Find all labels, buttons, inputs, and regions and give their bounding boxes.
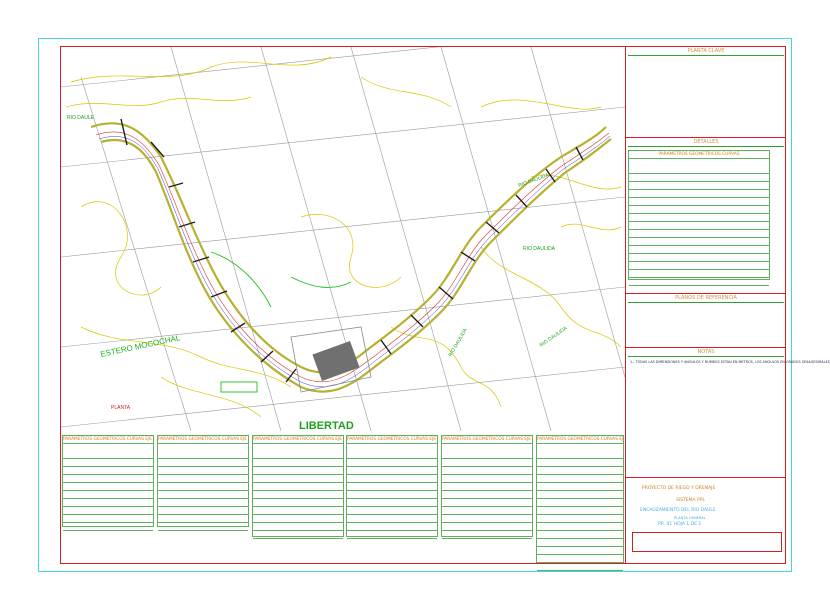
reference-plans-section: PLANOS DE REFERENCIA: [626, 293, 786, 347]
system-title: SISTEMA PPL: [676, 498, 705, 503]
side-panel: PLANTA CLAVE DETALLES PARAMETROS GEOMETR…: [625, 47, 830, 563]
details-section: DETALLES PARAMETROS GEOMETRICOS CURVAS: [626, 137, 786, 293]
notes-title: NOTAS: [628, 348, 784, 357]
sub-title: PLANTA GENERAL: [674, 516, 706, 520]
curves-table-4-title: PARAMETROS GEOMETRICOS CURVAS EJE 4: [347, 437, 437, 444]
town-block: [290, 326, 372, 393]
details-title: DETALLES: [628, 138, 784, 147]
key-plan-section: PLANTA CLAVE: [626, 47, 786, 137]
curves-table-5: PARAMETROS GEOMETRICOS CURVAS EJE 5: [441, 435, 533, 539]
curves-table-6: PARAMETROS GEOMETRICOS CURVAS EJE 6: [536, 435, 624, 571]
planta-label: PLANTA: [111, 405, 131, 411]
river-label-3: RIO DAULIDA: [539, 325, 569, 349]
curves-table-5-title: PARAMETROS GEOMETRICOS CURVAS EJE 5: [442, 437, 532, 444]
river-label-2: RIO DAULIDA: [523, 246, 556, 252]
river-label-1: RIO DAULIDA: [518, 172, 551, 189]
curves-table-4: PARAMETROS GEOMETRICOS CURVAS EJE 4: [346, 435, 438, 539]
detail-table-title: PARAMETROS GEOMETRICOS CURVAS: [629, 151, 769, 159]
reference-plans-title: PLANOS DE REFERENCIA: [628, 294, 784, 303]
curves-table-1: PARAMETROS GEOMETRICOS CURVAS EJE 1: [62, 435, 154, 531]
coordinate-grid: [61, 47, 625, 431]
cross-section-ticks: [120, 118, 584, 383]
river-label-left: RIO DAULE: [67, 115, 95, 121]
river-offset-line: [98, 135, 611, 387]
work-title: ENCAUZAMIENTO DEL RIO DAULE: [640, 508, 716, 513]
key-plan-title: PLANTA CLAVE: [628, 47, 784, 56]
plan-drawing[interactable]: ESTERO MOCOCHAL LIBERTAD PLANTA RIO DAUL…: [61, 47, 625, 431]
notes-section: NOTAS 1.- TODAS LAS DIMENSIONES Y ANGULO…: [626, 347, 830, 477]
detail-table-header: [629, 159, 769, 174]
note-line: 1.- TODAS LAS DIMENSIONES Y ANGULOS Y RU…: [630, 360, 830, 364]
title-block: PROYECTO DE RIEGO Y DRENAJE SISTEMA PPL …: [626, 477, 786, 563]
libertad-label: LIBERTAD: [299, 420, 354, 431]
detail-curves-table: PARAMETROS GEOMETRICOS CURVAS: [628, 150, 770, 286]
curves-table-6-title: PARAMETROS GEOMETRICOS CURVAS EJE 6: [537, 437, 623, 444]
project-title: PROYECTO DE RIEGO Y DRENAJE: [642, 486, 716, 491]
curves-table-3-title: PARAMETROS GEOMETRICOS CURVAS EJE 3: [253, 437, 343, 444]
river-label-4: RIO DAULIDA: [448, 327, 470, 358]
curves-table-1-title: PARAMETROS GEOMETRICOS CURVAS EJE 1: [63, 437, 153, 444]
curves-table-3: PARAMETROS GEOMETRICOS CURVAS EJE 3: [252, 435, 344, 539]
title-block-grid: [632, 532, 782, 552]
river-axis: [95, 131, 610, 383]
sheet-title: PR. 01 HOJA 1 DE 1: [658, 522, 702, 527]
curves-table-2-title: PARAMETROS GEOMETRICOS CURVAS EJE 2: [158, 437, 248, 444]
curves-table-2: PARAMETROS GEOMETRICOS CURVAS EJE 2: [157, 435, 249, 531]
